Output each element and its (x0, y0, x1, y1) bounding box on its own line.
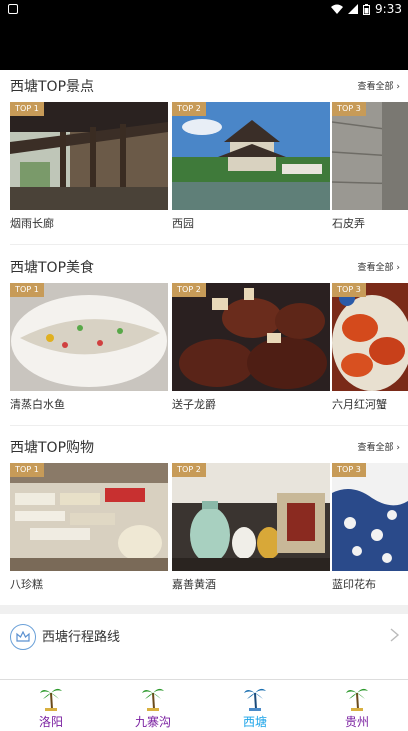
card-image: TOP 1 (10, 102, 168, 210)
card-label: 烟雨长廊 (10, 217, 54, 230)
card-image: TOP 2 (172, 283, 330, 391)
rank-badge: TOP 2 (172, 283, 206, 297)
card-row: TOP 1 烟雨长廊 TOP 2 西园 TOP 3 石皮弄 (0, 102, 408, 232)
section-separator (0, 605, 408, 614)
section-header: 西塘TOP景点 查看全部 › (0, 70, 408, 100)
section-header: 西塘TOP美食 查看全部 › (0, 251, 408, 281)
card-image: TOP 3 (332, 102, 408, 210)
notification-icon (8, 4, 18, 14)
divider (10, 425, 408, 426)
view-all-label: 查看全部 (357, 263, 394, 273)
card-image: TOP 3 (332, 283, 408, 391)
chevron-right-icon (390, 628, 400, 642)
card-item[interactable]: TOP 3 蓝印花布 (332, 463, 408, 593)
card-item[interactable]: TOP 2 西园 (172, 102, 330, 232)
nav-item-xitang[interactable]: 西塘 (204, 680, 306, 731)
card-item[interactable]: TOP 3 六月红河蟹 (332, 283, 408, 413)
nav-label: 洛阳 (38, 715, 63, 729)
rank-badge: TOP 1 (10, 102, 44, 116)
card-image: TOP 2 (172, 463, 330, 571)
card-label: 嘉善黄酒 (172, 578, 216, 591)
rank-badge: TOP 2 (172, 463, 206, 477)
card-image: TOP 2 (172, 102, 330, 210)
card-label: 蓝印花布 (332, 578, 376, 591)
card-label: 六月红河蟹 (332, 398, 387, 411)
view-all-label: 查看全部 (357, 443, 394, 453)
rank-badge: TOP 3 (332, 102, 366, 116)
card-label: 石皮弄 (332, 217, 365, 230)
card-item[interactable]: TOP 3 石皮弄 (332, 102, 408, 232)
divider (10, 244, 408, 245)
palm-tree-icon (244, 688, 266, 711)
section-food: 西塘TOP美食 查看全部 › TOP 1 清蒸白水鱼 TOP 2 送子龙爵 TO… (0, 251, 408, 426)
card-item[interactable]: TOP 2 嘉善黄酒 (172, 463, 330, 593)
palm-tree-icon (346, 688, 368, 711)
view-all-button[interactable]: 查看全部 › (358, 79, 400, 92)
section-title: 西塘TOP美食 (10, 260, 95, 276)
card-row: TOP 1 八珍糕 TOP 2 嘉善黄酒 TOP 3 蓝印花布 (0, 463, 408, 593)
card-label: 八珍糕 (10, 578, 43, 591)
route-label: 西塘行程路线 (42, 630, 121, 645)
card-label: 西园 (172, 217, 194, 230)
nav-item-luoyang[interactable]: 洛阳 (0, 680, 102, 731)
view-all-button[interactable]: 查看全部 › (358, 260, 400, 273)
route-entry[interactable]: 西塘行程路线 (0, 614, 408, 664)
clock: 9:33 (375, 2, 402, 16)
view-all-label: 查看全部 (357, 82, 394, 92)
card-item[interactable]: TOP 2 送子龙爵 (172, 283, 330, 413)
section-shopping: 西塘TOP购物 查看全部 › TOP 1 八珍糕 TOP 2 嘉善黄酒 TOP … (0, 431, 408, 606)
app-header (0, 20, 408, 70)
wifi-icon (331, 4, 344, 14)
rank-badge: TOP 1 (10, 463, 44, 477)
card-image: TOP 1 (10, 463, 168, 571)
battery-icon (363, 3, 371, 15)
nav-label: 九寨沟 (134, 715, 171, 729)
signal-icon (348, 4, 359, 14)
nav-item-jiuzhaigou[interactable]: 九寨沟 (102, 680, 204, 731)
crown-icon (10, 624, 36, 650)
section-title: 西塘TOP景点 (10, 79, 95, 95)
palm-tree-icon (40, 688, 62, 711)
section-attractions: 西塘TOP景点 查看全部 › TOP 1 烟雨长廊 TOP 2 西园 TOP 3… (0, 70, 408, 245)
rank-badge: TOP 3 (332, 283, 366, 297)
rank-badge: TOP 3 (332, 463, 366, 477)
card-row: TOP 1 清蒸白水鱼 TOP 2 送子龙爵 TOP 3 六月红河蟹 (0, 283, 408, 413)
nav-label: 西塘 (242, 715, 267, 729)
section-title: 西塘TOP购物 (10, 440, 95, 456)
card-image: TOP 3 (332, 463, 408, 571)
card-label: 送子龙爵 (172, 398, 216, 411)
nav-label: 贵州 (344, 715, 369, 729)
card-item[interactable]: TOP 1 烟雨长廊 (10, 102, 168, 232)
rank-badge: TOP 2 (172, 102, 206, 116)
card-item[interactable]: TOP 1 八珍糕 (10, 463, 168, 593)
main-content[interactable]: 西塘TOP景点 查看全部 › TOP 1 烟雨长廊 TOP 2 西园 TOP 3… (0, 70, 408, 679)
nav-item-guizhou[interactable]: 贵州 (306, 680, 408, 731)
card-item[interactable]: TOP 1 清蒸白水鱼 (10, 283, 168, 413)
section-header: 西塘TOP购物 查看全部 › (0, 431, 408, 461)
view-all-button[interactable]: 查看全部 › (358, 440, 400, 453)
rank-badge: TOP 1 (10, 283, 44, 297)
bottom-nav: 洛阳 九寨沟 西塘 贵州 (0, 679, 408, 731)
status-icons: 9:33 (331, 2, 402, 16)
card-label: 清蒸白水鱼 (10, 398, 65, 411)
card-image: TOP 1 (10, 283, 168, 391)
status-bar: 9:33 (0, 0, 408, 20)
palm-tree-icon (142, 688, 164, 711)
